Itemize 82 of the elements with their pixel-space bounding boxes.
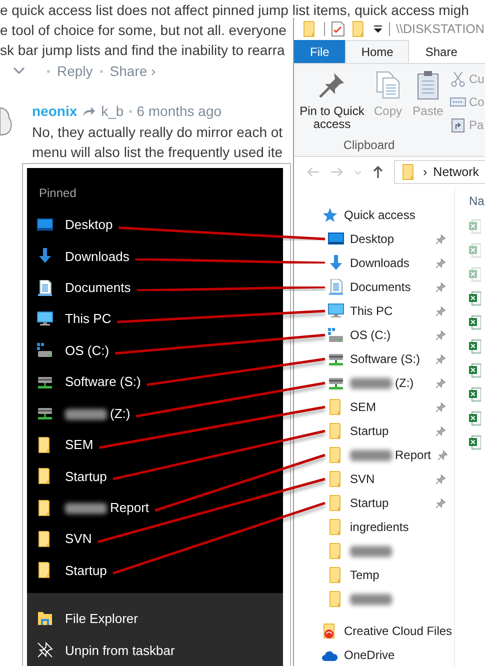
scissors-icon	[450, 71, 466, 87]
nav-item[interactable]: Documents	[294, 275, 454, 299]
pin-icon	[317, 70, 347, 100]
jump-list-item[interactable]: Startup	[27, 460, 283, 492]
nav-item[interactable]: Software (S:)	[294, 347, 454, 371]
nav-item[interactable]: Startup	[294, 419, 454, 443]
ribbon-button[interactable]: Pin to Quick access	[296, 70, 368, 138]
up-arrow-icon[interactable]	[372, 165, 384, 179]
comment-text: No, they actually really do mirror each ot	[32, 123, 283, 142]
jump-list-action[interactable]: Unpin from taskbar	[27, 634, 283, 666]
network-drive-icon	[37, 405, 53, 422]
jump-list-item[interactable]: Report	[27, 492, 283, 524]
comment-text: e quick access list does not affect pinned jump list items, quick access migh	[0, 1, 469, 20]
pin-icon[interactable]	[435, 258, 446, 268]
section-header: Pinned	[39, 185, 78, 202]
pin-icon[interactable]	[435, 402, 446, 412]
jump-list-item[interactable]: Startup	[27, 554, 283, 586]
pin-icon[interactable]	[435, 498, 446, 508]
comment-time: 6 months ago	[136, 103, 222, 119]
network-drive-icon	[328, 375, 344, 391]
nav-item[interactable]: (Z:)	[294, 371, 454, 395]
comment-text: sk bar jump lists and find the inability to rearra	[0, 41, 285, 60]
folder-icon	[37, 610, 53, 626]
pin-icon[interactable]	[437, 450, 448, 460]
nav-item[interactable]: ingredients	[294, 515, 454, 539]
ribbon-tab[interactable]: Home	[345, 40, 410, 63]
pin-icon[interactable]	[435, 306, 446, 316]
nav-item[interactable]: Creative Cloud Files	[294, 619, 454, 643]
jump-list-item[interactable]: Downloads	[27, 240, 283, 272]
column-header[interactable]: Na	[469, 191, 484, 219]
ribbon-tab[interactable]: File	[294, 40, 346, 63]
jump-list-item[interactable]: (Z:)	[27, 398, 283, 429]
network-drive-icon	[328, 351, 344, 367]
computer-icon	[37, 310, 53, 327]
forward-icon[interactable]	[330, 166, 344, 178]
clipboard-icon	[450, 117, 466, 133]
nav-item[interactable]: This PC	[294, 299, 454, 323]
document-icon	[37, 280, 53, 296]
jump-list-item[interactable]: Documents	[27, 272, 283, 304]
unpin-icon	[37, 642, 53, 658]
address-field[interactable]: › Network	[394, 160, 485, 184]
jump-list-item[interactable]: SEM	[27, 428, 283, 460]
comment-text: menu will also list the frequently used ite	[32, 143, 283, 162]
jump-list-item[interactable]: OS (C:)	[27, 334, 283, 366]
nav-item[interactable]: SEM	[294, 395, 454, 419]
drive-icon	[328, 327, 344, 343]
dropdown-icon[interactable]	[373, 24, 383, 34]
down-arrow-icon	[328, 255, 344, 271]
pin-icon[interactable]	[435, 474, 446, 484]
pin-icon[interactable]	[435, 378, 446, 388]
computer-icon	[328, 303, 344, 319]
jump-list-item[interactable]: This PC	[27, 303, 283, 335]
properties-icon[interactable]	[331, 21, 345, 37]
jump-list-action[interactable]: File Explorer	[27, 602, 283, 634]
pin-icon[interactable]	[435, 354, 446, 364]
window-title: \\DISKSTATION	[396, 22, 484, 36]
star-icon	[322, 207, 338, 223]
group-label: Clipboard	[343, 138, 395, 152]
jump-list-item[interactable]: Desktop	[27, 209, 283, 240]
pin-icon[interactable]	[435, 234, 446, 244]
pin-icon[interactable]	[435, 282, 446, 292]
nav-item[interactable]: OS (C:)	[294, 323, 454, 347]
nav-item[interactable]: Temp	[294, 563, 454, 587]
nav-item[interactable]: Downloads	[294, 251, 454, 275]
comment-text: e tool of choice for some, but not all. everyone	[0, 21, 286, 40]
document-icon	[328, 279, 344, 295]
nav-item[interactable]: Quick access	[294, 203, 454, 227]
nav-item[interactable]: OneDrive	[294, 643, 454, 666]
drive-icon	[37, 342, 53, 358]
jump-list-item[interactable]: SVN	[27, 523, 283, 555]
pin-icon[interactable]	[435, 330, 446, 340]
monitor-icon	[37, 216, 53, 233]
nav-item[interactable]: SVN	[294, 467, 454, 491]
nav-item[interactable]: Startup	[294, 491, 454, 515]
nav-item[interactable]: Desktop	[294, 227, 454, 251]
reply-arrow-icon	[82, 105, 96, 117]
monitor-icon	[328, 231, 344, 247]
down-arrow-icon	[37, 248, 53, 264]
jump-list-item[interactable]: Software (S:)	[27, 366, 283, 398]
nav-item[interactable]: Report	[294, 443, 454, 467]
back-icon[interactable]	[306, 166, 320, 178]
pin-icon[interactable]	[435, 426, 446, 436]
